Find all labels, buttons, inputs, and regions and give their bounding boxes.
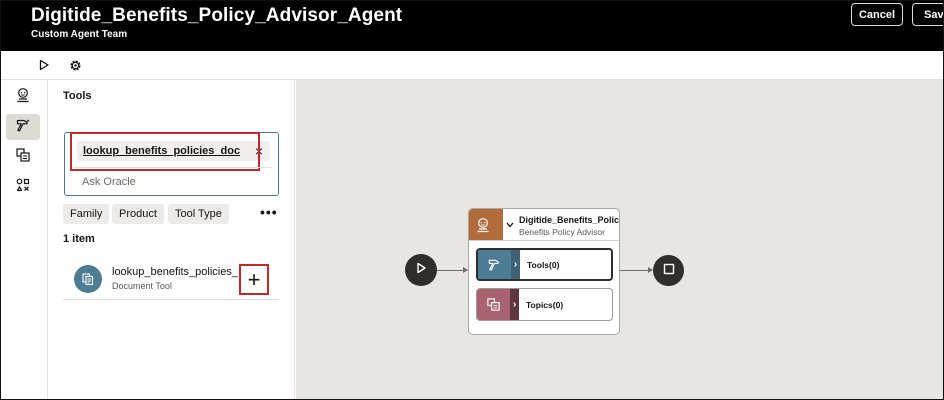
search-input[interactable]: Ask Oracle [82, 176, 136, 188]
tools-node[interactable]: › Tools(0) [476, 248, 613, 281]
gear-icon[interactable] [67, 57, 83, 73]
panel-title: Tools [63, 90, 92, 102]
result-count: 1 item [63, 233, 95, 245]
save-button[interactable]: Save [912, 3, 943, 26]
variables-icon [15, 177, 31, 198]
page-subtitle: Custom Agent Team [31, 29, 128, 40]
tools-hammer-icon [15, 117, 31, 138]
toolbar [1, 51, 943, 80]
tool-search-box[interactable]: lookup_benefits_policies_doc × Ask Oracl… [64, 132, 279, 196]
result-type: Document Tool [112, 281, 172, 291]
chevron-right-icon[interactable]: › [511, 250, 520, 279]
end-node[interactable] [653, 255, 684, 286]
rail-item-topics[interactable] [6, 144, 40, 170]
filter-tool-type[interactable]: Tool Type [168, 204, 229, 224]
rail-item-agent[interactable] [6, 84, 40, 110]
topics-node-label: Topics(0) [526, 299, 564, 310]
agent-node-card[interactable]: Digitide_Benefits_Polic... Benefits Poli… [468, 208, 620, 335]
agent-node-name: Digitide_Benefits_Polic... [519, 215, 620, 225]
rail-item-variables[interactable] [6, 174, 40, 200]
topics-icon [15, 147, 31, 168]
chip-highlight-box [70, 132, 260, 171]
stop-icon [663, 262, 675, 280]
agent-icon [15, 87, 31, 108]
filter-family[interactable]: Family [63, 204, 110, 224]
play-icon[interactable] [36, 57, 52, 73]
result-name: lookup_benefits_policies_ [112, 266, 238, 278]
document-tool-icon [74, 265, 102, 293]
app-window: Digitide_Benefits_Policy_Advisor_Agent C… [0, 0, 944, 400]
connector-end [620, 270, 648, 271]
start-node[interactable] [405, 254, 437, 286]
tools-node-label: Tools(0) [527, 259, 560, 270]
topics-node[interactable]: › Topics(0) [476, 288, 613, 321]
agent-icon [469, 209, 503, 240]
agent-node-header: Digitide_Benefits_Polic... Benefits Poli… [469, 209, 620, 241]
tools-panel: Tools lookup_benefits_policies_doc × Ask… [48, 80, 295, 399]
filter-product[interactable]: Product [112, 204, 164, 224]
play-icon [414, 261, 428, 280]
more-options-icon[interactable]: ••• [260, 204, 278, 220]
chevron-down-icon[interactable] [503, 209, 516, 240]
tools-hammer-icon [478, 250, 511, 279]
list-item[interactable]: lookup_benefits_policies_ Document Tool … [63, 252, 279, 300]
plus-icon: + [247, 266, 261, 292]
search-divider [73, 167, 272, 168]
rail-item-tools[interactable] [6, 114, 40, 140]
connector-start [437, 270, 463, 271]
left-rail [1, 80, 48, 399]
topics-icon [477, 289, 510, 320]
page-header: Digitide_Benefits_Policy_Advisor_Agent C… [1, 1, 943, 51]
page-title: Digitide_Benefits_Policy_Advisor_Agent [31, 5, 403, 26]
chevron-right-icon[interactable]: › [510, 289, 519, 320]
flow-canvas[interactable] [296, 80, 943, 399]
agent-node-role: Benefits Policy Advisor [519, 227, 605, 237]
cancel-button[interactable]: Cancel [851, 3, 903, 26]
add-tool-button[interactable]: + [239, 264, 269, 295]
